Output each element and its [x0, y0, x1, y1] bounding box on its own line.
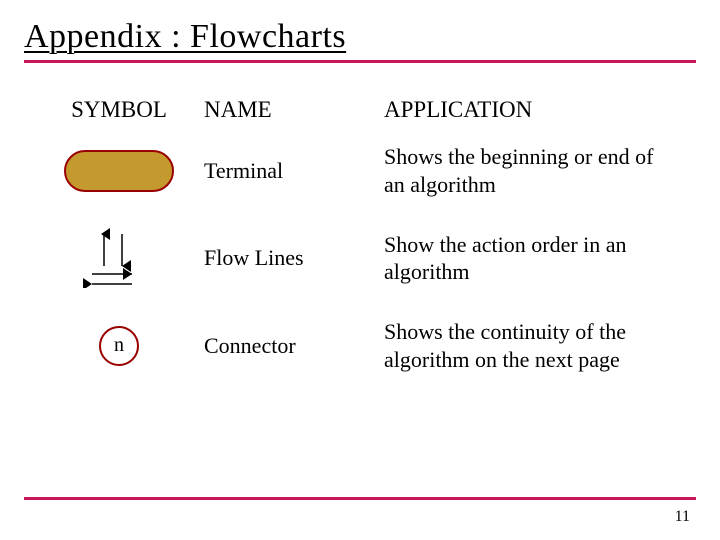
table-row: n Connector Shows the continuity of the …	[34, 318, 676, 373]
table-row: Flow Lines Show the action order in an a…	[34, 228, 676, 288]
page-number: 11	[675, 508, 690, 526]
header-symbol: SYMBOL	[34, 97, 204, 123]
symbol-cell	[34, 150, 204, 192]
connector-label: n	[114, 334, 124, 357]
slide: Appendix : Flowcharts SYMBOL NAME APPLIC…	[0, 0, 720, 540]
symbol-cell: n	[34, 326, 204, 366]
application-cell: Shows the beginning or end of an algorit…	[384, 143, 676, 198]
flow-lines-svg	[74, 228, 164, 288]
application-cell: Shows the continuity of the algorithm on…	[384, 318, 676, 373]
name-cell: Connector	[204, 333, 384, 359]
flow-lines-icon	[74, 228, 164, 288]
content-table: SYMBOL NAME APPLICATION Terminal Shows t…	[24, 97, 696, 373]
name-cell: Flow Lines	[204, 245, 384, 271]
bottom-underline	[24, 497, 696, 500]
title-area: Appendix : Flowcharts	[24, 18, 696, 63]
title-underline	[24, 60, 696, 63]
terminal-icon	[64, 150, 174, 192]
application-cell: Show the action order in an algorithm	[384, 231, 676, 286]
connector-icon: n	[99, 326, 139, 366]
header-application: APPLICATION	[384, 97, 676, 123]
page-title: Appendix : Flowcharts	[24, 18, 696, 56]
header-name: NAME	[204, 97, 384, 123]
table-header-row: SYMBOL NAME APPLICATION	[34, 97, 676, 123]
name-cell: Terminal	[204, 158, 384, 184]
table-row: Terminal Shows the beginning or end of a…	[34, 143, 676, 198]
symbol-cell	[34, 228, 204, 288]
